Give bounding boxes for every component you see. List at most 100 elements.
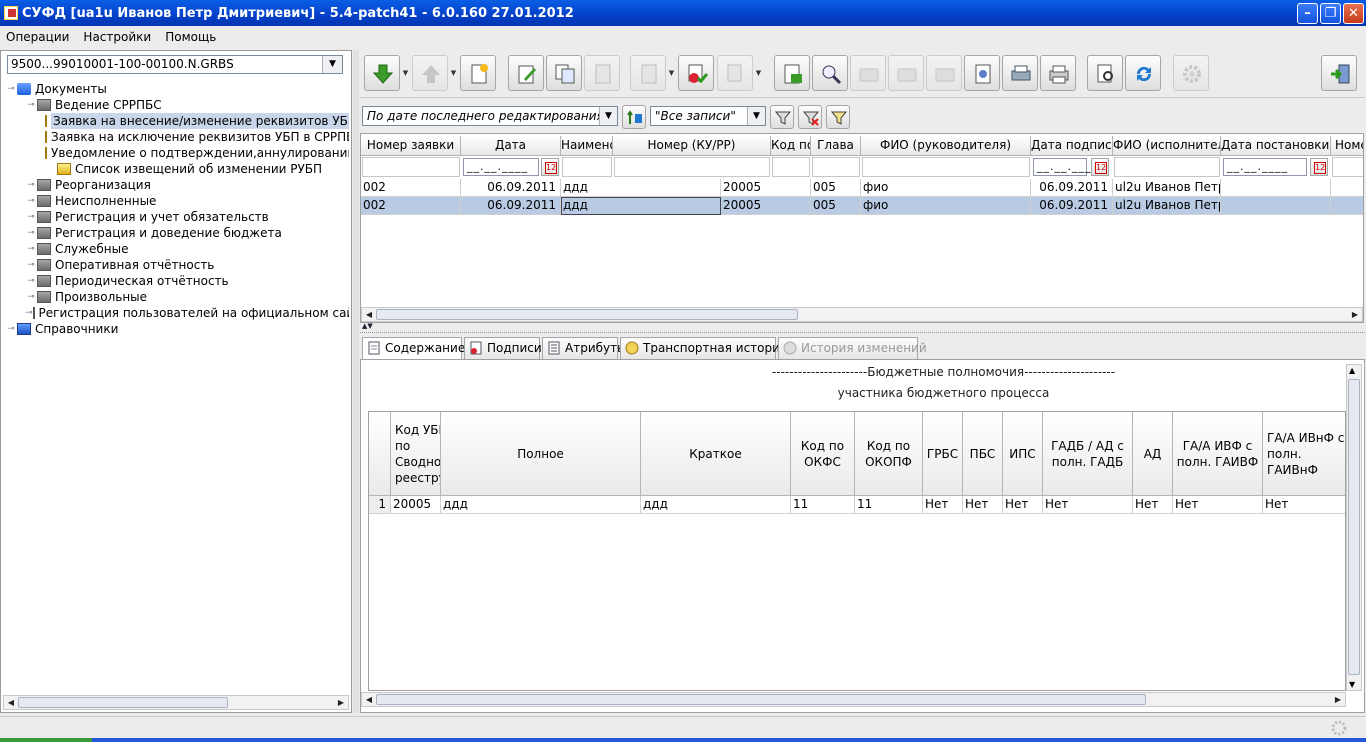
tree-item[interactable]: ⊸ Ведение СРРПБС bbox=[5, 97, 349, 113]
col-header-gadb[interactable]: ГАДБ / АД с полн. ГАДБ bbox=[1043, 412, 1133, 496]
settings-button[interactable] bbox=[1173, 55, 1209, 91]
scroll-left-icon[interactable]: ◀ bbox=[363, 693, 375, 706]
scroll-left-icon[interactable]: ◀ bbox=[363, 308, 375, 321]
filter-executor-input[interactable] bbox=[1114, 157, 1220, 177]
tree-item[interactable]: ⊸ Периодическая отчётность bbox=[5, 273, 349, 289]
tree-toggle-icon[interactable]: ⊸ bbox=[25, 209, 37, 225]
col-header-name[interactable]: Наименование bbox=[561, 136, 613, 156]
import-dropdown[interactable]: ▼ bbox=[401, 55, 410, 91]
tree-item[interactable]: ⊸ Регистрация и доведение бюджета bbox=[5, 225, 349, 241]
scroll-thumb[interactable] bbox=[1348, 379, 1360, 675]
col-header-date[interactable]: Дата bbox=[461, 136, 561, 156]
col-header-gaivnf[interactable]: ГА/А ИВнФ с полн. ГАИВнФ bbox=[1263, 412, 1345, 496]
filter-registry-input[interactable] bbox=[772, 157, 810, 177]
scroll-down-icon[interactable]: ▼ bbox=[1349, 680, 1355, 689]
tree-item[interactable]: Заявка на исключение реквизитов УБП в СР… bbox=[5, 129, 349, 145]
tree-toggle-icon[interactable]: ⊸ bbox=[25, 241, 37, 257]
col-header-registration-date[interactable]: Дата постановки на учет bbox=[1221, 136, 1331, 156]
scroll-right-icon[interactable]: ▶ bbox=[1349, 308, 1361, 321]
tree-toggle-icon[interactable]: ⊸ bbox=[25, 257, 37, 273]
action-button-1[interactable] bbox=[850, 55, 886, 91]
find-button[interactable] bbox=[1087, 55, 1123, 91]
action-button-3[interactable] bbox=[926, 55, 962, 91]
chevron-down-icon[interactable]: ▼ bbox=[599, 107, 617, 125]
tree-toggle-icon[interactable]: ⊸ bbox=[25, 193, 37, 209]
tree-toggle-icon[interactable]: ⊸ bbox=[25, 289, 37, 305]
col-header-okfs[interactable]: Код по ОКФС bbox=[791, 412, 855, 496]
refresh-button[interactable] bbox=[1125, 55, 1161, 91]
col-header-full-name[interactable]: Полное bbox=[441, 412, 641, 496]
filter-registration-date-input[interactable]: __.__.____ bbox=[1223, 158, 1307, 176]
clear-filter-button[interactable] bbox=[798, 105, 822, 129]
apply-filter-button[interactable] bbox=[826, 105, 850, 129]
tree-item[interactable]: ⊸ Оперативная отчётность bbox=[5, 257, 349, 273]
exit-button[interactable] bbox=[1321, 55, 1357, 91]
table-row[interactable]: 002 06.09.2011 ддд 20005 005 фио 06.09.2011 ul2… bbox=[361, 179, 1363, 197]
filter-extra-input[interactable] bbox=[1332, 157, 1363, 177]
tree-item[interactable]: ⊸ Регистрация и учет обязательств bbox=[5, 209, 349, 225]
menu-operations[interactable]: Операции bbox=[6, 30, 69, 44]
minimize-button[interactable]: – bbox=[1297, 3, 1318, 24]
panel-splitter[interactable] bbox=[353, 50, 359, 713]
filter-button[interactable] bbox=[770, 105, 794, 129]
tree-item[interactable]: ⊸ Реорганизация bbox=[5, 177, 349, 193]
export-button[interactable] bbox=[412, 55, 448, 91]
unsign-dropdown[interactable]: ▼ bbox=[754, 55, 763, 91]
calendar-icon[interactable] bbox=[1310, 158, 1328, 176]
tree-toggle-icon[interactable]: ⊸ bbox=[25, 273, 37, 289]
chevron-down-icon[interactable]: ▼ bbox=[322, 56, 342, 73]
tree-item[interactable]: ⊸ Произвольные bbox=[5, 289, 349, 305]
col-header-ad[interactable]: АД bbox=[1133, 412, 1173, 496]
delete-button[interactable] bbox=[584, 55, 620, 91]
col-header-number[interactable]: Номер заявки bbox=[361, 136, 461, 156]
col-header-grbs[interactable]: ГРБС bbox=[923, 412, 963, 496]
scroll-right-icon[interactable]: ▶ bbox=[1332, 693, 1344, 706]
tree-item[interactable]: Заявка на внесение/изменение реквизитов … bbox=[5, 113, 349, 129]
menu-settings[interactable]: Настройки bbox=[83, 30, 151, 44]
tree-item[interactable]: ⊸ Регистрация пользователей на официально… bbox=[5, 305, 349, 321]
records-filter-select[interactable]: "Все записи" ▼ bbox=[650, 106, 766, 126]
tab-signatures[interactable]: Подписи bbox=[464, 337, 542, 359]
grid-horizontal-scrollbar[interactable]: ◀ ▶ bbox=[361, 307, 1363, 322]
horizontal-splitter[interactable]: ▲▼ bbox=[360, 322, 1365, 333]
tree-item[interactable]: Список извещений об изменении РУБП bbox=[5, 161, 349, 177]
filter-glava-input[interactable] bbox=[812, 157, 860, 177]
col-header-pbs[interactable]: ПБС bbox=[963, 412, 1003, 496]
filter-head-fio-input[interactable] bbox=[862, 157, 1030, 177]
tab-transport-history[interactable]: Транспортная история bbox=[620, 337, 787, 359]
import-button[interactable] bbox=[364, 55, 400, 91]
start-button[interactable] bbox=[0, 738, 92, 742]
view-button[interactable] bbox=[964, 55, 1000, 91]
tree-item[interactable]: ⊸ Справочники bbox=[5, 321, 349, 337]
scroll-left-icon[interactable]: ◀ bbox=[5, 696, 17, 709]
scroll-up-icon[interactable]: ▲ bbox=[1349, 366, 1355, 375]
sign-button[interactable] bbox=[678, 55, 714, 91]
filter-name-input[interactable] bbox=[562, 157, 612, 177]
col-header-glava[interactable]: Глава bbox=[811, 136, 861, 156]
new-document-button[interactable] bbox=[460, 55, 496, 91]
filter-number-input[interactable] bbox=[362, 157, 460, 177]
tab-change-history[interactable]: История изменений bbox=[778, 337, 927, 359]
print-form-button[interactable] bbox=[630, 55, 666, 91]
check-button[interactable] bbox=[812, 55, 848, 91]
sort-direction-button[interactable] bbox=[622, 105, 646, 129]
table-row[interactable]: 002 06.09.2011 ддд 20005 005 фио 06.09.2011 ul2… bbox=[361, 197, 1363, 215]
content-horizontal-scrollbar[interactable]: ◀ ▶ bbox=[361, 692, 1346, 707]
tab-attributes[interactable]: Атрибуты bbox=[542, 337, 627, 359]
col-header-sign-date[interactable]: Дата подписи bbox=[1031, 136, 1113, 156]
col-header-ubp-code[interactable]: Код УБП по Сводному реестру bbox=[391, 412, 441, 496]
collapse-arrows-icon[interactable]: ▲▼ bbox=[362, 322, 373, 330]
tab-content[interactable]: Содержание bbox=[362, 337, 465, 360]
col-header-ips[interactable]: ИПС bbox=[1003, 412, 1043, 496]
export-dropdown[interactable]: ▼ bbox=[449, 55, 458, 91]
scroll-thumb[interactable] bbox=[376, 309, 798, 320]
col-header-okopf[interactable]: Код по ОКОПФ bbox=[855, 412, 923, 496]
print-form-dropdown[interactable]: ▼ bbox=[667, 55, 676, 91]
filter-date-input[interactable]: __.__.____ bbox=[463, 158, 539, 176]
scroll-right-icon[interactable]: ▶ bbox=[335, 696, 347, 709]
copy-button[interactable] bbox=[546, 55, 582, 91]
edit-button[interactable] bbox=[508, 55, 544, 91]
tree-toggle-icon[interactable]: ⊸ bbox=[5, 321, 17, 337]
col-header-gaivf[interactable]: ГА/А ИВФ с полн. ГАИВФ bbox=[1173, 412, 1263, 496]
tree-item[interactable]: ⊸ Документы bbox=[5, 81, 349, 97]
